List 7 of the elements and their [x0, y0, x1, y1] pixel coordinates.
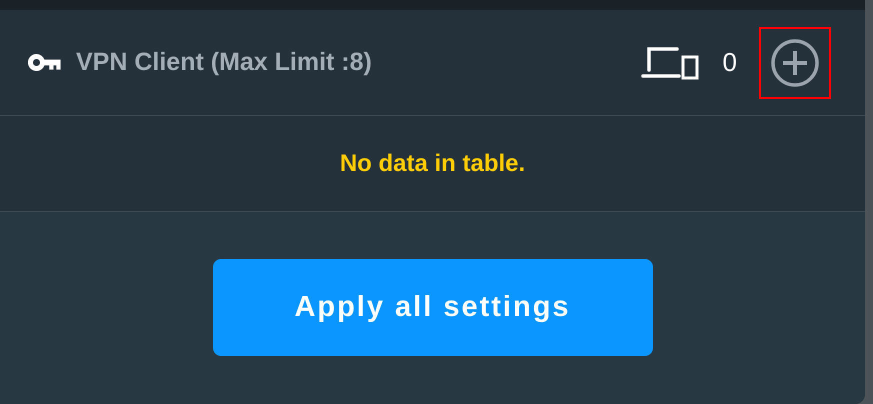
empty-message: No data in table. — [340, 150, 526, 178]
section-title: VPN Client (Max Limit :8) — [76, 48, 372, 77]
apply-button[interactable]: Apply all settings — [212, 259, 652, 356]
devices-icon — [640, 46, 699, 80]
device-count: 0 — [722, 47, 737, 78]
key-icon — [28, 54, 62, 71]
add-icon[interactable] — [770, 38, 820, 88]
